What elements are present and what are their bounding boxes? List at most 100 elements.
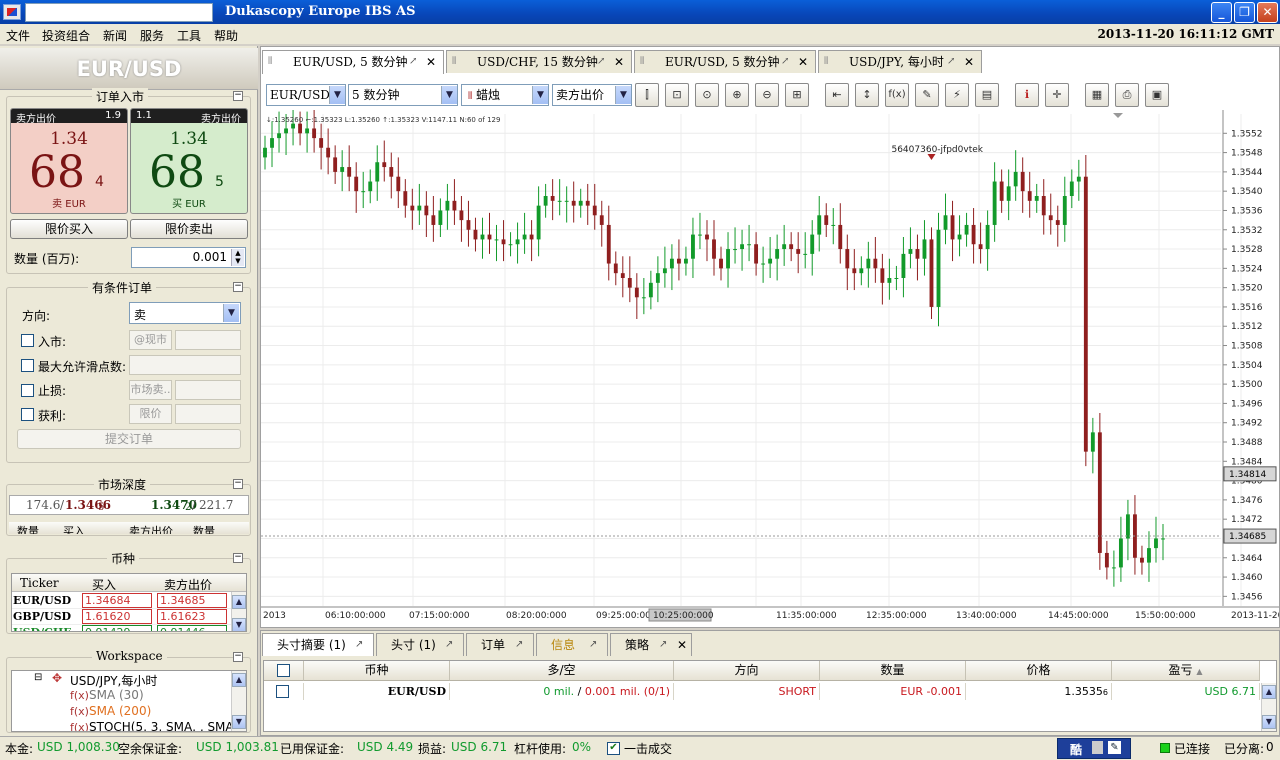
slippage-checkbox[interactable] <box>21 359 34 372</box>
select-all-checkbox[interactable] <box>277 664 290 677</box>
stoploss-type-input[interactable]: 市场卖.. <box>129 380 172 400</box>
submit-order-button[interactable]: 提交订单 <box>17 429 241 449</box>
tab-position-summary[interactable]: 头寸摘要 (1) ↗ <box>262 633 374 656</box>
popout-icon[interactable]: ↗ <box>409 51 417 73</box>
col-pl[interactable]: 盈亏 ▲ <box>1112 661 1260 681</box>
takeprofit-type-input[interactable]: 限价 <box>129 404 172 424</box>
scroll-up-icon[interactable]: ▲ <box>1262 685 1276 699</box>
col-direction[interactable]: 方向 <box>674 661 820 681</box>
tab-chart-usdjpy-1h[interactable]: ⫴ USD/JPY, 每小时 ↗ ✕ <box>818 50 982 73</box>
collapse-icon[interactable]: − <box>233 91 243 101</box>
popout-icon[interactable]: ↗ <box>597 51 605 73</box>
takeprofit-checkbox[interactable] <box>21 408 34 421</box>
popout-icon[interactable]: ↗ <box>589 634 597 656</box>
instrument-select[interactable]: EUR/USD ▼ <box>266 84 346 106</box>
close-icon[interactable]: ✕ <box>677 634 687 656</box>
menu-help[interactable]: 帮助 <box>214 27 238 44</box>
menu-tools[interactable]: 工具 <box>177 27 201 44</box>
scroll-down-icon[interactable]: ▼ <box>1262 715 1276 729</box>
close-icon[interactable]: ✕ <box>426 51 436 73</box>
collapse-icon[interactable]: − <box>233 479 243 489</box>
tab-strategies[interactable]: 策略 ↗ ✕ <box>610 633 692 656</box>
row-checkbox[interactable] <box>275 685 289 698</box>
close-icon[interactable]: ✕ <box>964 51 974 73</box>
title-input-field[interactable] <box>25 3 213 22</box>
currency-row[interactable]: USD/CHF 0.91429 0.91446 <box>12 625 232 631</box>
close-button[interactable]: ✕ <box>1257 2 1278 23</box>
maximize-button[interactable]: ❐ <box>1234 2 1255 23</box>
menu-file[interactable]: 文件 <box>6 27 30 44</box>
entry-amount-input[interactable] <box>175 330 241 350</box>
workspace-item-sma200[interactable]: SMA (200) <box>89 704 151 718</box>
offer-side-select[interactable]: 卖方出价 ▼ <box>552 84 632 106</box>
bars-icon[interactable]: ⫿ <box>635 83 659 107</box>
stoploss-amount-input[interactable] <box>175 380 241 400</box>
cursor-icon[interactable]: ✛ <box>1045 83 1069 107</box>
col-long-short[interactable]: 多/空 <box>450 661 674 681</box>
tab-chart-eurusd-5m[interactable]: ⫴ EUR/USD, 5 数分钟 ↗ ✕ <box>262 50 444 74</box>
popout-icon[interactable]: ↗ <box>781 51 789 73</box>
scroll-up-icon[interactable]: ▲ <box>232 595 246 609</box>
grid-icon[interactable]: ▦ <box>1085 83 1109 107</box>
entry-price-input[interactable]: @现市 <box>129 330 172 350</box>
limit-buy-button[interactable]: 限价买入 <box>10 219 128 239</box>
buy-quote-button[interactable]: 1.1 卖方出价 1.34 68 5 买 EUR <box>130 108 248 214</box>
layout-icon[interactable]: ▣ <box>1145 83 1169 107</box>
indicator-function-icon[interactable]: f(x) <box>885 83 909 107</box>
zoom-fit-icon[interactable]: ⊞ <box>785 83 809 107</box>
slippage-input[interactable] <box>129 355 241 375</box>
positions-scrollbar[interactable]: ▲ ▼ <box>1261 683 1276 731</box>
popout-icon[interactable]: ↗ <box>515 634 523 656</box>
zoom-out-icon[interactable]: ⊖ <box>755 83 779 107</box>
popout-icon[interactable]: ↗ <box>947 51 955 73</box>
drawing-tool-icon[interactable]: ✎ <box>915 83 939 107</box>
collapse-icon[interactable]: − <box>233 652 243 662</box>
period-select[interactable]: 5 数分钟 ▼ <box>348 84 458 106</box>
tab-orders[interactable]: 订单 ↗ <box>466 633 534 656</box>
lock-icon[interactable]: ⊡ <box>665 83 689 107</box>
stoploss-checkbox[interactable] <box>21 384 34 397</box>
workspace-item-sma30[interactable]: SMA (30) <box>89 688 144 702</box>
currency-scrollbar[interactable]: ▲ ▼ <box>231 592 246 631</box>
info-icon[interactable]: ℹ <box>1015 83 1039 107</box>
menu-services[interactable]: 服务 <box>140 27 164 44</box>
shift-left-icon[interactable]: ⇤ <box>825 83 849 107</box>
popout-icon[interactable]: ↗ <box>659 634 667 656</box>
col-price[interactable]: 价格 <box>966 661 1112 681</box>
one-click-checkbox[interactable]: ✔ <box>607 742 620 755</box>
template-icon[interactable]: ▤ <box>975 83 999 107</box>
tree-collapse-icon[interactable]: ⊟ <box>34 672 42 683</box>
menu-news[interactable]: 新闻 <box>103 27 127 44</box>
minimize-button[interactable]: _ <box>1211 2 1232 23</box>
direction-select[interactable]: 卖 ▼ <box>129 302 241 324</box>
entry-checkbox[interactable] <box>21 334 34 347</box>
tab-chart-usdchf-15m[interactable]: ⫴ USD/CHF, 15 数分钟 ↗ ✕ <box>446 50 632 73</box>
chart-type-select[interactable]: ⫴ 蜡烛 ▼ <box>461 84 549 106</box>
quantity-input[interactable]: 0.001 ▲ ▼ <box>131 247 246 268</box>
tab-messages[interactable]: 信息 ↗ <box>536 633 608 656</box>
limit-sell-button[interactable]: 限价卖出 <box>130 219 248 239</box>
zoom-icon[interactable]: ⊙ <box>695 83 719 107</box>
scroll-down-icon[interactable]: ▼ <box>232 715 246 729</box>
tab-chart-eurusd-5m-2[interactable]: ⫴ EUR/USD, 5 数分钟 ↗ ✕ <box>634 50 816 73</box>
zoom-in-icon[interactable]: ⊕ <box>725 83 749 107</box>
col-pair[interactable]: 币种 <box>304 661 450 681</box>
close-icon[interactable]: ✕ <box>614 51 624 73</box>
sell-quote-button[interactable]: 卖方出价 1.9 1.34 68 4 卖 EUR <box>10 108 128 214</box>
scroll-up-icon[interactable]: ▲ <box>232 673 246 687</box>
workspace-item-stoch[interactable]: STOCH(5, 3, SMA, , SMA) <box>89 720 238 731</box>
save-chart-icon[interactable]: ⎙ <box>1115 83 1139 107</box>
popout-icon[interactable]: ↗ <box>355 634 363 656</box>
language-bar[interactable]: 酷 ✎ <box>1057 738 1131 759</box>
currency-row[interactable]: EUR/USD 1.34684 1.34685 <box>12 593 232 609</box>
takeprofit-amount-input[interactable] <box>175 404 241 424</box>
vertical-scale-icon[interactable]: ↕ <box>855 83 879 107</box>
collapse-icon[interactable]: − <box>233 282 243 292</box>
scroll-down-icon[interactable]: ▼ <box>232 618 246 631</box>
strategy-icon[interactable]: ⚡ <box>945 83 969 107</box>
popout-icon[interactable]: ↗ <box>445 634 453 656</box>
close-icon[interactable]: ✕ <box>798 51 808 73</box>
menu-portfolio[interactable]: 投资组合 <box>42 27 90 44</box>
quantity-stepper[interactable]: ▲ ▼ <box>231 249 244 266</box>
tab-positions[interactable]: 头寸 (1) ↗ <box>376 633 464 656</box>
